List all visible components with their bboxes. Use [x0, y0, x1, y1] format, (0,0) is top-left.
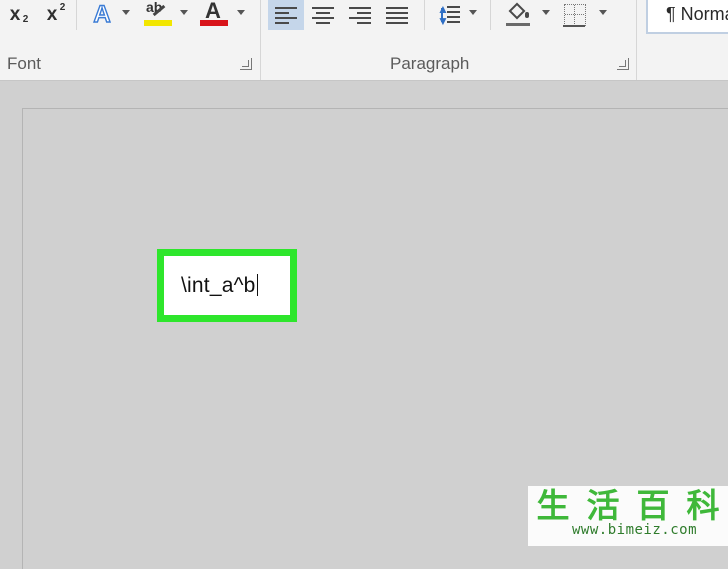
borders-icon — [563, 4, 586, 27]
align-right-icon — [349, 6, 371, 24]
watermark-char: 活 — [586, 486, 620, 525]
font-color-swatch — [200, 20, 228, 26]
highlight-button[interactable]: ab — [144, 0, 172, 30]
text-effects-dropdown-icon[interactable] — [122, 10, 130, 15]
font-color-button[interactable]: A — [200, 0, 228, 30]
paragraph-dialog-launcher-icon[interactable] — [617, 58, 629, 70]
justify-button[interactable] — [379, 0, 415, 30]
line-spacing-dropdown-icon[interactable] — [469, 10, 477, 15]
align-center-icon — [312, 6, 334, 24]
ribbon: x 2 x 2 A ab A ¶ Norm Font Paragraph — [0, 0, 728, 81]
subscript-glyph: x — [9, 4, 21, 25]
equation-text: \int_a^b — [181, 274, 256, 297]
paragraph-group-label: Paragraph — [390, 54, 470, 73]
highlight-color-swatch — [144, 20, 172, 26]
watermark: 生 活 百 科 www.bimeiz.com — [528, 486, 728, 546]
line-spacing-icon: ▲ ▼ — [435, 3, 461, 27]
paint-bucket-icon — [505, 2, 531, 28]
divider — [424, 0, 425, 30]
superscript-glyph: x — [46, 4, 58, 25]
group-divider — [260, 0, 261, 80]
subscript-icon: x 2 — [9, 4, 29, 26]
group-divider — [636, 0, 637, 80]
text-cursor — [256, 274, 258, 296]
style-normal-tile[interactable]: ¶ Normal — [646, 0, 728, 34]
highlight-dropdown-icon[interactable] — [180, 10, 188, 15]
line-spacing-button[interactable]: ▲ ▼ — [432, 0, 464, 30]
superscript-button[interactable]: x 2 — [38, 0, 66, 30]
text-effects-icon: A — [93, 0, 112, 28]
equation-text-line: \int_a^b — [181, 274, 258, 298]
font-group-label: Font — [7, 54, 42, 73]
superscript-mark: 2 — [59, 2, 66, 13]
subscript-mark: 2 — [22, 14, 29, 25]
borders-button[interactable] — [560, 0, 590, 30]
superscript-icon: x 2 — [46, 2, 66, 26]
watermark-char: 生 — [536, 486, 570, 525]
align-left-button[interactable] — [268, 0, 304, 30]
align-right-button[interactable] — [342, 0, 378, 30]
watermark-logo: 生 活 百 科 — [528, 486, 728, 526]
font-dialog-launcher-icon[interactable] — [240, 58, 252, 70]
shading-dropdown-icon[interactable] — [542, 10, 550, 15]
align-left-icon — [275, 6, 297, 24]
shading-button[interactable] — [502, 0, 534, 30]
borders-dropdown-icon[interactable] — [599, 10, 607, 15]
highlighter-icon: ab — [144, 0, 172, 29]
align-center-button[interactable] — [305, 0, 341, 30]
divider — [490, 0, 491, 30]
font-color-dropdown-icon[interactable] — [237, 10, 245, 15]
justify-icon — [386, 6, 408, 24]
subscript-button[interactable]: x 2 — [2, 0, 29, 30]
watermark-url: www.bimeiz.com — [572, 522, 698, 538]
equation-input-box[interactable]: \int_a^b — [157, 249, 297, 322]
font-color-icon: A — [200, 0, 228, 29]
divider — [76, 0, 77, 30]
watermark-char: 百 — [636, 486, 670, 525]
watermark-char: 科 — [686, 486, 720, 525]
style-normal-label: ¶ Normal — [666, 4, 728, 24]
text-effects-button[interactable]: A — [88, 0, 116, 30]
